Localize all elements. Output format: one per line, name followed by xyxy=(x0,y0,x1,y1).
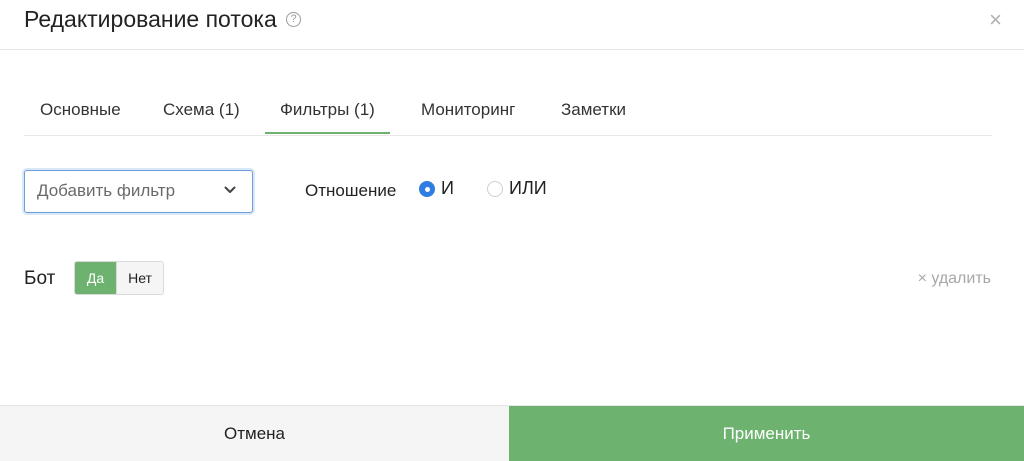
relation-and-label: И xyxy=(441,178,454,198)
add-filter-dropdown[interactable]: Добавить фильтр xyxy=(24,170,253,213)
bot-filter-label: Бот xyxy=(24,268,56,289)
bot-yes-button[interactable]: Да xyxy=(75,262,116,294)
tab-schema[interactable]: Схема (1) xyxy=(163,87,240,134)
dialog-title: Редактирование потока xyxy=(24,6,277,32)
relation-label: Отношение xyxy=(305,181,397,200)
add-filter-placeholder: Добавить фильтр xyxy=(37,181,176,200)
remove-filter-link[interactable]: × удалить xyxy=(918,270,991,288)
close-icon[interactable]: × xyxy=(989,9,1002,31)
tab-general[interactable]: Основные xyxy=(40,87,121,134)
dialog-body: Основные Схема (1) Фильтры (1) Мониторин… xyxy=(0,50,1024,406)
dialog-header: Редактирование потока ? × xyxy=(0,0,1024,50)
help-icon[interactable]: ? xyxy=(286,12,301,27)
tab-filters[interactable]: Фильтры (1) xyxy=(265,87,390,134)
dialog-footer: Отмена Применить xyxy=(0,405,1024,461)
edit-flow-dialog: Редактирование потока ? × Основные Схема… xyxy=(0,0,1024,461)
bot-no-button[interactable]: Нет xyxy=(116,262,163,294)
tab-monitoring[interactable]: Мониторинг xyxy=(421,87,515,134)
radio-unchecked-icon xyxy=(487,181,503,197)
bot-toggle: Да Нет xyxy=(74,261,164,295)
apply-button[interactable]: Применить xyxy=(509,406,1024,461)
tab-bar: Основные Схема (1) Фильтры (1) Мониторин… xyxy=(24,87,992,136)
cancel-button[interactable]: Отмена xyxy=(0,406,509,461)
tab-notes[interactable]: Заметки xyxy=(561,87,626,134)
relation-or-label: ИЛИ xyxy=(509,178,547,198)
chevron-down-icon xyxy=(224,186,236,193)
radio-checked-icon xyxy=(419,181,435,197)
